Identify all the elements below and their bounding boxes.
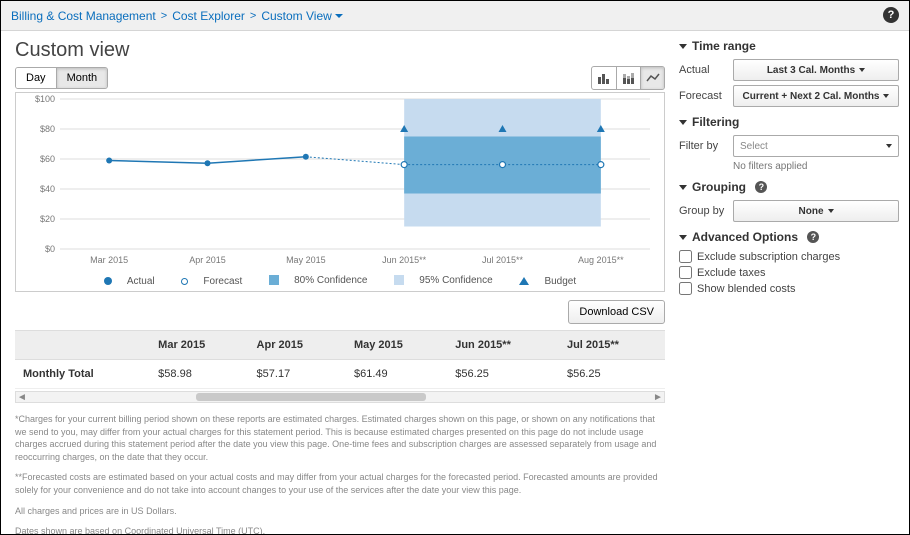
section-grouping[interactable]: Grouping ?	[679, 180, 899, 194]
opt-exclude-taxes[interactable]: Exclude taxes	[679, 266, 899, 279]
info-icon[interactable]: ?	[755, 181, 767, 193]
forecast-label: Forecast	[679, 90, 733, 102]
scrollbar-thumb[interactable]	[196, 393, 426, 401]
filter-by-label: Filter by	[679, 140, 733, 152]
cost-table: Mar 2015Apr 2015May 2015Jun 2015**Jul 20…	[15, 330, 665, 389]
granularity-day[interactable]: Day	[16, 68, 56, 88]
crumb-sep: >	[250, 10, 256, 22]
download-csv-button[interactable]: Download CSV	[568, 300, 665, 324]
legend-conf95-icon	[394, 275, 404, 285]
scroll-left-icon[interactable]: ◄	[16, 392, 28, 402]
chart-type-stack-icon[interactable]	[616, 67, 640, 89]
table-header: Mar 2015	[150, 331, 248, 360]
crumb-billing[interactable]: Billing & Cost Management	[11, 9, 156, 23]
help-icon[interactable]: ?	[883, 7, 899, 23]
chevron-down-icon	[859, 68, 865, 72]
crumb-sep: >	[161, 10, 167, 22]
svg-text:$40: $40	[40, 184, 55, 194]
page-title: Custom view	[15, 39, 665, 62]
chart-canvas: $0 $20 $40 $60 $80 $100 Mar 2015 Apr 2015 May 20…	[16, 93, 664, 269]
svg-text:$0: $0	[45, 244, 55, 254]
table-header: Apr 2015	[249, 331, 346, 360]
svg-text:Jun 2015**: Jun 2015**	[382, 255, 427, 265]
table-cell: $57.17	[249, 360, 346, 389]
svg-text:May 2015: May 2015	[286, 255, 326, 265]
group-by-label: Group by	[679, 205, 733, 217]
no-filters-note: No filters applied	[733, 161, 899, 172]
svg-text:$80: $80	[40, 124, 55, 134]
chart-legend: Actual Forecast 80% Confidence 95% Confi…	[16, 275, 664, 289]
granularity-toggle: Day Month	[15, 67, 108, 89]
chevron-down-icon	[335, 14, 343, 18]
opt-exclude-subscription[interactable]: Exclude subscription charges	[679, 250, 899, 263]
svg-text:Aug 2015**: Aug 2015**	[578, 255, 624, 265]
granularity-month[interactable]: Month	[56, 68, 108, 88]
chart-type-toggle	[591, 66, 665, 90]
chevron-down-icon	[883, 94, 889, 98]
breadcrumb-bar: Billing & Cost Management > Cost Explore…	[1, 1, 909, 31]
crumb-cost-explorer[interactable]: Cost Explorer	[172, 9, 245, 23]
section-filtering[interactable]: Filtering	[679, 115, 899, 129]
svg-text:Jul 2015**: Jul 2015**	[482, 255, 524, 265]
section-advanced[interactable]: Advanced Options ?	[679, 230, 899, 244]
chevron-down-icon	[886, 144, 892, 148]
forecast-range-select[interactable]: Current + Next 2 Cal. Months	[733, 85, 899, 107]
svg-text:$20: $20	[40, 214, 55, 224]
svg-text:Apr 2015: Apr 2015	[189, 255, 226, 265]
legend-conf80-icon	[269, 275, 279, 285]
table-header: Jul 2015**	[559, 331, 665, 360]
info-icon[interactable]: ?	[807, 231, 819, 243]
svg-text:$100: $100	[35, 94, 55, 104]
chart-type-line-icon[interactable]	[640, 67, 664, 89]
table-header: May 2015	[346, 331, 447, 360]
table-cell: $61.49	[346, 360, 447, 389]
table-row-label: Monthly Total	[15, 360, 150, 389]
actual-range-select[interactable]: Last 3 Cal. Months	[733, 59, 899, 81]
group-by-select[interactable]: None	[733, 200, 899, 222]
table-cell: $56.25	[447, 360, 559, 389]
legend-actual-icon	[104, 277, 112, 285]
legend-budget-icon	[519, 277, 529, 285]
section-time-range[interactable]: Time range	[679, 39, 899, 53]
table-scrollbar[interactable]: ◄ ►	[15, 391, 665, 403]
crumb-custom-view[interactable]: Custom View	[261, 9, 342, 23]
chart-type-bar-icon[interactable]	[592, 67, 616, 89]
table-cell: $58.98	[150, 360, 248, 389]
chevron-down-icon	[828, 209, 834, 213]
table-cell: $56.25	[559, 360, 665, 389]
cost-chart: $0 $20 $40 $60 $80 $100 Mar 2015 Apr 2015 May 20…	[15, 92, 665, 292]
scroll-right-icon[interactable]: ►	[652, 392, 664, 402]
disclaimer-text: *Charges for your current billing period…	[15, 413, 665, 534]
actual-label: Actual	[679, 64, 733, 76]
table-header: Jun 2015**	[447, 331, 559, 360]
legend-forecast-icon	[181, 278, 188, 285]
opt-show-blended[interactable]: Show blended costs	[679, 282, 899, 295]
filter-by-select[interactable]: Select	[733, 135, 899, 157]
svg-text:$60: $60	[40, 154, 55, 164]
svg-text:Mar 2015: Mar 2015	[90, 255, 128, 265]
